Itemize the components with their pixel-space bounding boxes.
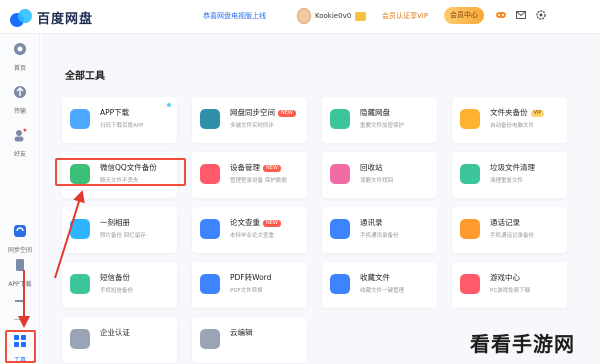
annotation-arrows — [18, 190, 85, 328]
watermark: 看看手游网 — [470, 332, 575, 356]
arrow-to-wechat-backup — [54, 190, 85, 279]
